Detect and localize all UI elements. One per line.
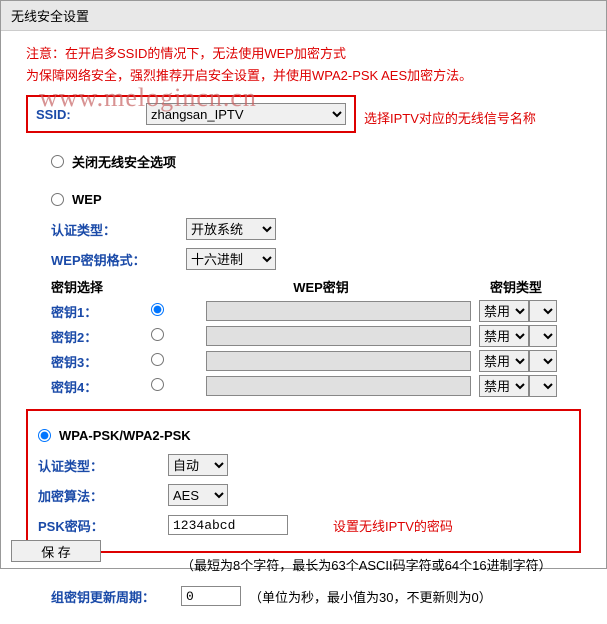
key2-label: 密钥2： [51, 327, 151, 346]
wpa-algo-label: 加密算法： [38, 486, 168, 505]
group-key-label: 组密钥更新周期： [51, 587, 181, 606]
ssid-highlight-box: SSID: zhangsan_IPTV [26, 95, 356, 133]
wep-auth-label: 认证类型： [51, 220, 186, 239]
key3-radio[interactable] [151, 353, 164, 366]
hdr-key-type: 密钥类型 [456, 277, 576, 296]
key1-extra-select[interactable] [529, 300, 557, 322]
key4-radio[interactable] [151, 378, 164, 391]
key4-input[interactable] [206, 376, 471, 396]
wep-key-table: 密钥选择 WEP密钥 密钥类型 密钥1： 禁用 密钥2： 禁用 [51, 277, 581, 397]
wep-auth-select[interactable]: 开放系统 [186, 218, 276, 240]
ssid-label: SSID: [36, 107, 146, 122]
key2-extra-select[interactable] [529, 325, 557, 347]
key4-extra-select[interactable] [529, 375, 557, 397]
wpa-auth-select[interactable]: 自动 [168, 454, 228, 476]
hdr-key-select: 密钥选择 [51, 277, 186, 296]
radio-wep[interactable] [51, 193, 64, 206]
key1-radio[interactable] [151, 303, 164, 316]
wep-format-label: WEP密钥格式： [51, 250, 186, 269]
psk-input[interactable] [168, 515, 288, 535]
label-wep: WEP [72, 192, 102, 207]
key2-input[interactable] [206, 326, 471, 346]
key4-type-select[interactable]: 禁用 [479, 375, 529, 397]
notice-block: 注意：在开启多SSID的情况下，无法使用WEP加密方式 为保障网络安全，强烈推荐… [26, 43, 581, 87]
ssid-hint: 选择IPTV对应的无线信号名称 [364, 108, 536, 127]
key2-type-select[interactable]: 禁用 [479, 325, 529, 347]
radio-wpa[interactable] [38, 429, 51, 442]
label-disable-security: 关闭无线安全选项 [72, 152, 176, 171]
notice-line-2: 为保障网络安全，强烈推荐开启安全设置，并使用WPA2-PSK AES加密方法。 [26, 65, 581, 87]
psk-label: PSK密码： [38, 516, 168, 535]
key1-input[interactable] [206, 301, 471, 321]
group-key-hint: （单位为秒，最小值为30，不更新则为0） [249, 587, 492, 606]
key2-radio[interactable] [151, 328, 164, 341]
wpa-highlight-box: WPA-PSK/WPA2-PSK 认证类型： 自动 加密算法： AES PSK密… [26, 409, 581, 553]
label-wpa: WPA-PSK/WPA2-PSK [59, 428, 191, 443]
key4-label: 密钥4： [51, 377, 151, 396]
key3-type-select[interactable]: 禁用 [479, 350, 529, 372]
psk-paren-hint: （最短为8个字符，最长为63个ASCII码字符或64个16进制字符） [181, 555, 581, 574]
wpa-auth-label: 认证类型： [38, 456, 168, 475]
settings-panel: 无线安全设置 注意：在开启多SSID的情况下，无法使用WEP加密方式 为保障网络… [0, 0, 607, 569]
save-button[interactable]: 保 存 [11, 540, 101, 562]
key1-label: 密钥1： [51, 302, 151, 321]
wpa-algo-select[interactable]: AES [168, 484, 228, 506]
ssid-select[interactable]: zhangsan_IPTV [146, 103, 346, 125]
radio-disable-security[interactable] [51, 155, 64, 168]
key3-extra-select[interactable] [529, 350, 557, 372]
wep-format-select[interactable]: 十六进制 [186, 248, 276, 270]
group-key-input[interactable] [181, 586, 241, 606]
notice-line-1: 注意：在开启多SSID的情况下，无法使用WEP加密方式 [26, 43, 581, 65]
panel-content: 注意：在开启多SSID的情况下，无法使用WEP加密方式 为保障网络安全，强烈推荐… [1, 31, 606, 624]
panel-title: 无线安全设置 [1, 1, 606, 31]
hdr-wep-key: WEP密钥 [186, 277, 456, 296]
key3-label: 密钥3： [51, 352, 151, 371]
key3-input[interactable] [206, 351, 471, 371]
key1-type-select[interactable]: 禁用 [479, 300, 529, 322]
psk-hint: 设置无线IPTV的密码 [333, 516, 453, 535]
